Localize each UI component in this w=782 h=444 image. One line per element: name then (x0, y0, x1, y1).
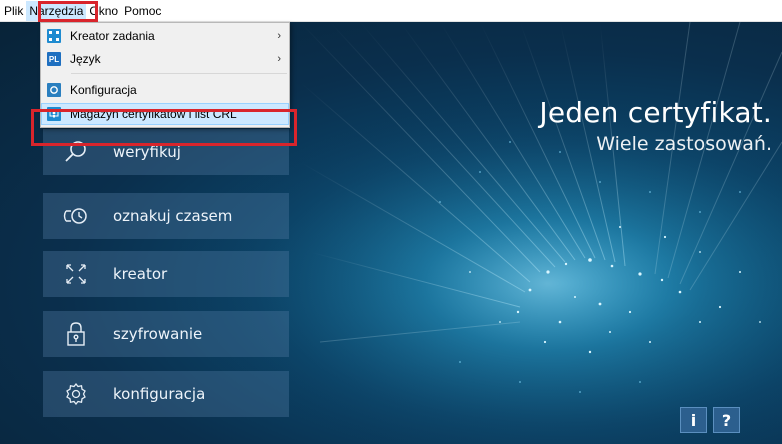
expand-arrows-icon (43, 251, 109, 297)
menu-item-task-wizard[interactable]: Kreator zadania › (41, 25, 289, 47)
menu-item-configuration-label: Konfiguracja (70, 83, 137, 97)
menu-okno[interactable]: Okno (86, 1, 121, 21)
wizard-label: kreator (113, 265, 168, 283)
menu-item-certificate-store-label: Magazyn certyfikatów i list CRL (70, 107, 237, 121)
menu-item-task-wizard-label: Kreator zadania (70, 29, 155, 43)
timestamp-label: oznakuj czasem (113, 207, 233, 225)
settings-button[interactable]: konfiguracja (43, 371, 289, 417)
settings-icon (47, 83, 61, 97)
narzedzia-dropdown-menu: Kreator zadania › PL Język › Konfiguracj… (40, 22, 290, 128)
gear-icon (43, 371, 109, 417)
menu-item-language[interactable]: PL Język › (41, 48, 289, 70)
verify-label: weryfikuj (113, 143, 181, 161)
magnifier-icon (43, 129, 109, 175)
padlock-icon (43, 311, 109, 357)
wizard-button[interactable]: kreator (43, 251, 289, 297)
menu-item-configuration[interactable]: Konfiguracja (41, 79, 289, 101)
timestamp-icon (43, 193, 109, 239)
verify-button[interactable]: weryfikuj (43, 129, 289, 175)
menu-separator (71, 73, 287, 74)
menu-item-language-label: Język (70, 52, 101, 66)
menu-item-certificate-store[interactable]: Magazyn certyfikatów i list CRL (41, 103, 289, 125)
menu-pomoc[interactable]: Pomoc (121, 1, 164, 21)
menu-plik[interactable]: Plik (0, 1, 26, 21)
submenu-arrow-icon: › (277, 53, 281, 65)
hero-subtitle: Wiele zastosowań. (596, 133, 772, 155)
wizard-icon (47, 29, 61, 43)
menu-narzedzia[interactable]: Narzędzia (26, 0, 87, 21)
hero-text: Jeden certyfikat. Wiele zastosowań. (539, 96, 772, 156)
submenu-arrow-icon: › (277, 30, 281, 42)
certificate-store-icon (47, 107, 61, 121)
timestamp-button[interactable]: oznakuj czasem (43, 193, 289, 239)
menu-bar: Plik Narzędzia Okno Pomoc (0, 0, 782, 22)
info-button[interactable]: i (680, 407, 707, 433)
help-button[interactable]: ? (713, 407, 740, 433)
encryption-button[interactable]: szyfrowanie (43, 311, 289, 357)
encryption-label: szyfrowanie (113, 325, 203, 343)
settings-label: konfiguracja (113, 385, 206, 403)
language-pl-icon: PL (47, 52, 61, 66)
hero-title: Jeden certyfikat. (539, 96, 772, 129)
